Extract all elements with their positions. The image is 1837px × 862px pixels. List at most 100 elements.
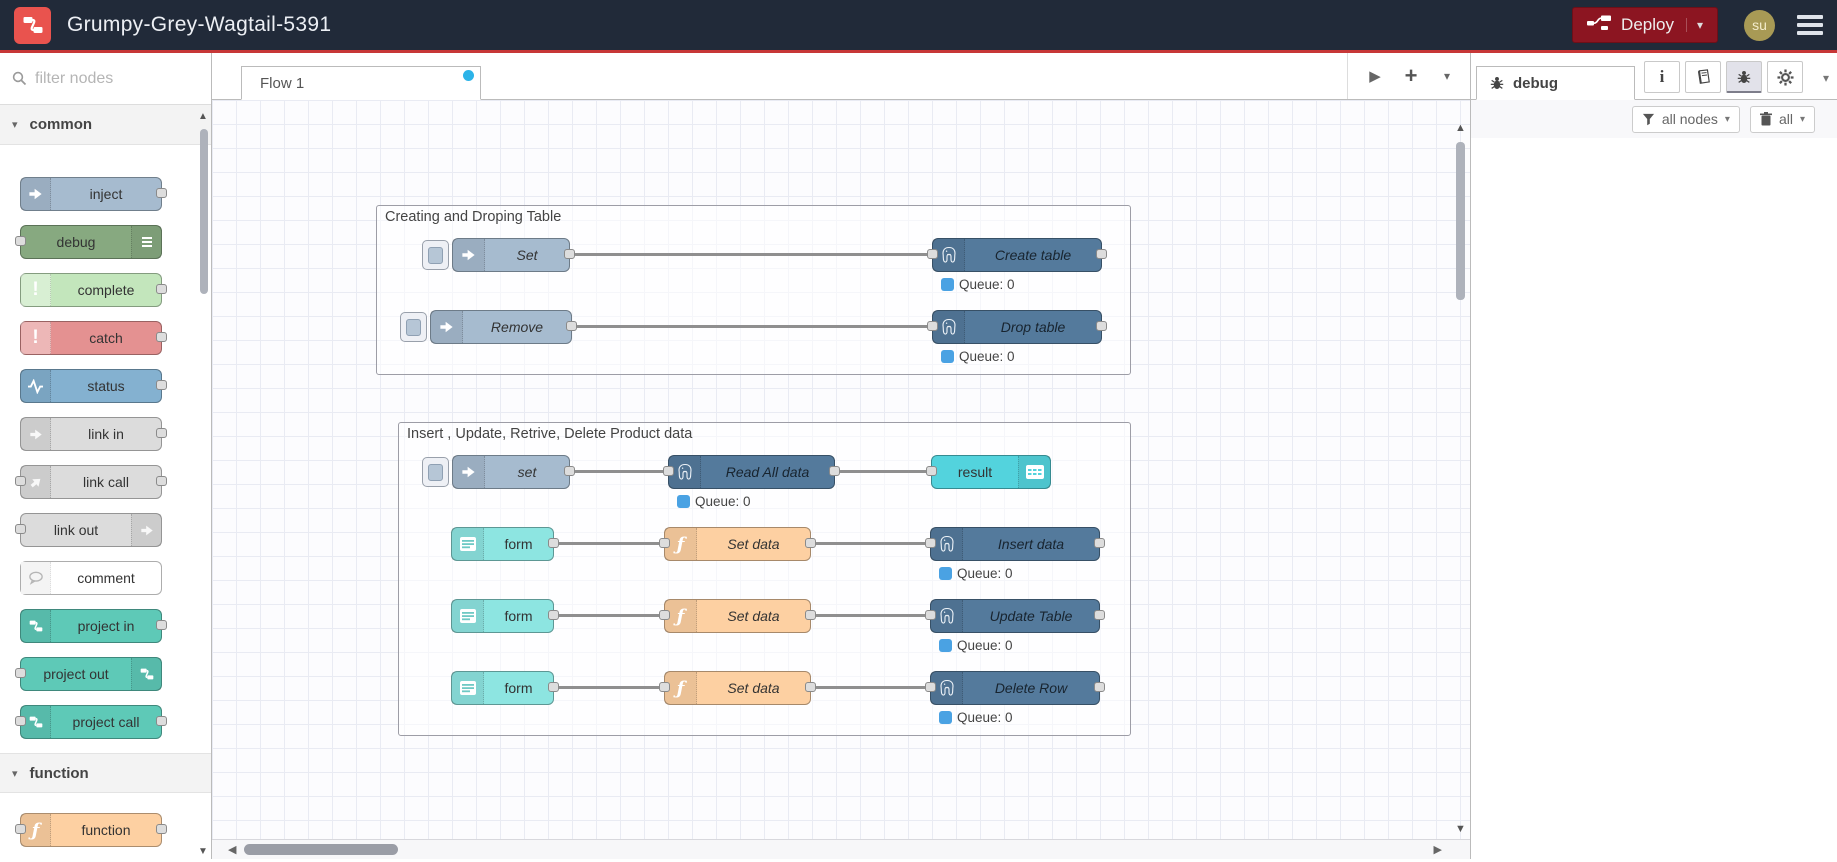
- output-port[interactable]: [805, 538, 816, 548]
- canvas-vertical-scrollbar[interactable]: ▲ ▼: [1452, 100, 1468, 839]
- flow-canvas[interactable]: Creating and Droping Table Insert , Upda…: [212, 100, 1470, 839]
- node-form-3[interactable]: form: [451, 671, 559, 705]
- node-inject-set[interactable]: Set: [452, 238, 575, 272]
- wire[interactable]: [557, 614, 666, 617]
- input-port[interactable]: [927, 249, 938, 259]
- inject-button[interactable]: [422, 457, 449, 487]
- node-inject-set-lower[interactable]: set: [452, 455, 575, 489]
- palette-category-function[interactable]: ▾ function: [0, 753, 211, 793]
- output-port[interactable]: [548, 538, 559, 548]
- node-postgres-drop-table[interactable]: Drop table: [927, 310, 1107, 344]
- wire[interactable]: [815, 614, 932, 617]
- output-port[interactable]: [1096, 249, 1107, 259]
- palette-node-project-call[interactable]: project call: [15, 705, 167, 739]
- output-port[interactable]: [829, 466, 840, 476]
- input-port[interactable]: [925, 610, 936, 620]
- output-port[interactable]: [564, 466, 575, 476]
- output-port[interactable]: [156, 824, 167, 834]
- node-postgres-insert-data[interactable]: Insert data: [925, 527, 1105, 561]
- output-port[interactable]: [548, 682, 559, 692]
- scroll-left-icon[interactable]: ◀: [228, 843, 236, 856]
- input-port[interactable]: [15, 824, 26, 834]
- palette-scrollbar[interactable]: ▲ ▼: [197, 107, 211, 859]
- wire[interactable]: [815, 686, 932, 689]
- output-port[interactable]: [156, 428, 167, 438]
- palette-scroll-thumb[interactable]: [200, 129, 208, 294]
- palette-node-function[interactable]: ƒ function: [15, 813, 167, 847]
- node-postgres-update-table[interactable]: Update Table: [925, 599, 1105, 633]
- palette-node-status[interactable]: status: [20, 369, 167, 403]
- output-port[interactable]: [156, 620, 167, 630]
- node-function-set-data-3[interactable]: ƒ Set data: [659, 671, 816, 705]
- node-postgres-delete-row[interactable]: Delete Row: [925, 671, 1105, 705]
- sidebar-menu-caret-icon[interactable]: ▾: [1823, 71, 1829, 85]
- output-port[interactable]: [156, 188, 167, 198]
- debug-message-list[interactable]: [1471, 138, 1837, 859]
- wire[interactable]: [557, 686, 666, 689]
- node-form-2[interactable]: form: [451, 599, 559, 633]
- input-port[interactable]: [925, 682, 936, 692]
- user-avatar[interactable]: su: [1744, 9, 1775, 41]
- palette-category-common[interactable]: ▾ common: [0, 105, 211, 145]
- palette-node-debug[interactable]: debug: [15, 225, 162, 259]
- output-port[interactable]: [156, 716, 167, 726]
- input-port[interactable]: [15, 668, 26, 678]
- output-port[interactable]: [564, 249, 575, 259]
- output-port[interactable]: [805, 610, 816, 620]
- next-tab-icon[interactable]: ▶: [1364, 67, 1386, 85]
- wire[interactable]: [557, 542, 666, 545]
- help-tab-button[interactable]: [1685, 61, 1721, 93]
- main-menu-button[interactable]: [1797, 15, 1823, 35]
- output-port[interactable]: [156, 332, 167, 342]
- config-nodes-tab-button[interactable]: [1767, 61, 1803, 93]
- tab-flow-1[interactable]: Flow 1: [241, 66, 481, 100]
- output-port[interactable]: [1096, 321, 1107, 331]
- debug-tab-button[interactable]: [1726, 61, 1762, 93]
- output-port[interactable]: [1094, 538, 1105, 548]
- output-port[interactable]: [548, 610, 559, 620]
- input-port[interactable]: [659, 610, 670, 620]
- canvas-vscroll-thumb[interactable]: [1456, 142, 1465, 300]
- input-port[interactable]: [659, 538, 670, 548]
- wire[interactable]: [576, 325, 930, 328]
- input-port[interactable]: [15, 524, 26, 534]
- node-function-set-data-1[interactable]: ƒ Set data: [659, 527, 816, 561]
- wire[interactable]: [574, 470, 670, 473]
- group-creating-dropping-table[interactable]: Creating and Droping Table: [376, 205, 1131, 375]
- palette-node-comment[interactable]: comment: [20, 561, 162, 595]
- add-flow-button[interactable]: +: [1400, 65, 1422, 87]
- wire[interactable]: [574, 253, 930, 256]
- scroll-right-icon[interactable]: ▶: [1434, 843, 1442, 856]
- node-function-set-data-2[interactable]: ƒ Set data: [659, 599, 816, 633]
- palette-node-link-call[interactable]: link call: [15, 465, 167, 499]
- flow-list-caret-icon[interactable]: ▾: [1436, 69, 1458, 83]
- palette-filter-input[interactable]: [35, 69, 185, 88]
- node-form-1[interactable]: form: [451, 527, 559, 561]
- input-port[interactable]: [926, 466, 937, 476]
- output-port[interactable]: [1094, 610, 1105, 620]
- output-port[interactable]: [156, 380, 167, 390]
- wire[interactable]: [815, 542, 932, 545]
- output-port[interactable]: [566, 321, 577, 331]
- palette-node-inject[interactable]: inject: [20, 177, 167, 211]
- input-port[interactable]: [663, 466, 674, 476]
- palette-node-project-out[interactable]: project out: [15, 657, 162, 691]
- output-port[interactable]: [1094, 682, 1105, 692]
- output-port[interactable]: [156, 476, 167, 486]
- input-port[interactable]: [927, 321, 938, 331]
- debug-clear-button[interactable]: all ▾: [1749, 105, 1815, 133]
- canvas-horizontal-scrollbar[interactable]: ◀ ▶: [212, 839, 1470, 859]
- scroll-up-icon[interactable]: ▲: [1455, 122, 1466, 134]
- palette-node-complete[interactable]: ! complete: [20, 273, 167, 307]
- input-port[interactable]: [659, 682, 670, 692]
- input-port[interactable]: [15, 476, 26, 486]
- inject-button[interactable]: [400, 312, 427, 342]
- palette-node-project-in[interactable]: project in: [20, 609, 167, 643]
- scroll-down-icon[interactable]: ▼: [1455, 823, 1466, 835]
- palette-node-link-in[interactable]: link in: [20, 417, 167, 451]
- node-postgres-read-all-data[interactable]: Read All data: [663, 455, 840, 489]
- debug-filter-button[interactable]: all nodes ▾: [1631, 105, 1740, 133]
- node-debug-result[interactable]: result: [926, 455, 1051, 489]
- palette-node-link-out[interactable]: link out: [15, 513, 162, 547]
- node-postgres-create-table[interactable]: Create table: [927, 238, 1107, 272]
